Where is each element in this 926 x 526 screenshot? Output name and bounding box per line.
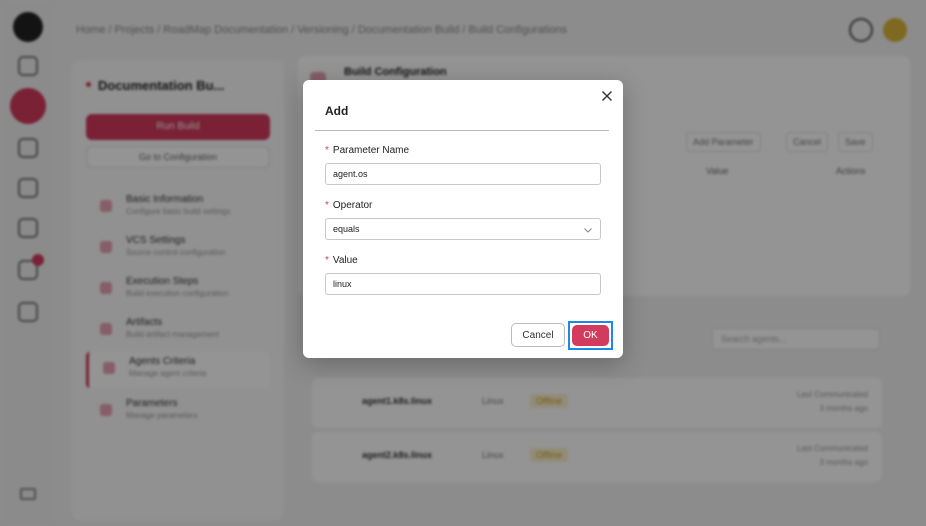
operator-label: * Operator bbox=[325, 200, 372, 211]
parameter-name-input[interactable] bbox=[325, 163, 601, 185]
value-input[interactable] bbox=[325, 273, 601, 295]
value-label: * Value bbox=[325, 255, 358, 266]
divider bbox=[315, 130, 609, 131]
parameter-name-label: * Parameter Name bbox=[325, 145, 409, 156]
ok-button-focus-ring: OK bbox=[568, 321, 613, 350]
required-mark: * bbox=[325, 200, 329, 211]
label-text: Parameter Name bbox=[332, 145, 410, 156]
add-criteria-dialog: Add *Parameter Name *Operator equals *Va… bbox=[303, 80, 623, 358]
operator-selected-value: equals bbox=[333, 224, 360, 234]
label-text: Value bbox=[332, 255, 358, 266]
ok-button[interactable]: OK bbox=[572, 325, 609, 346]
required-mark: * bbox=[325, 255, 329, 266]
close-icon[interactable] bbox=[599, 88, 615, 104]
required-mark: * bbox=[325, 145, 329, 156]
dialog-title: Add bbox=[325, 104, 349, 118]
chevron-down-icon bbox=[584, 228, 592, 233]
operator-select[interactable]: equals bbox=[325, 218, 601, 240]
label-text: Operator bbox=[332, 200, 373, 211]
cancel-button[interactable]: Cancel bbox=[511, 323, 565, 347]
